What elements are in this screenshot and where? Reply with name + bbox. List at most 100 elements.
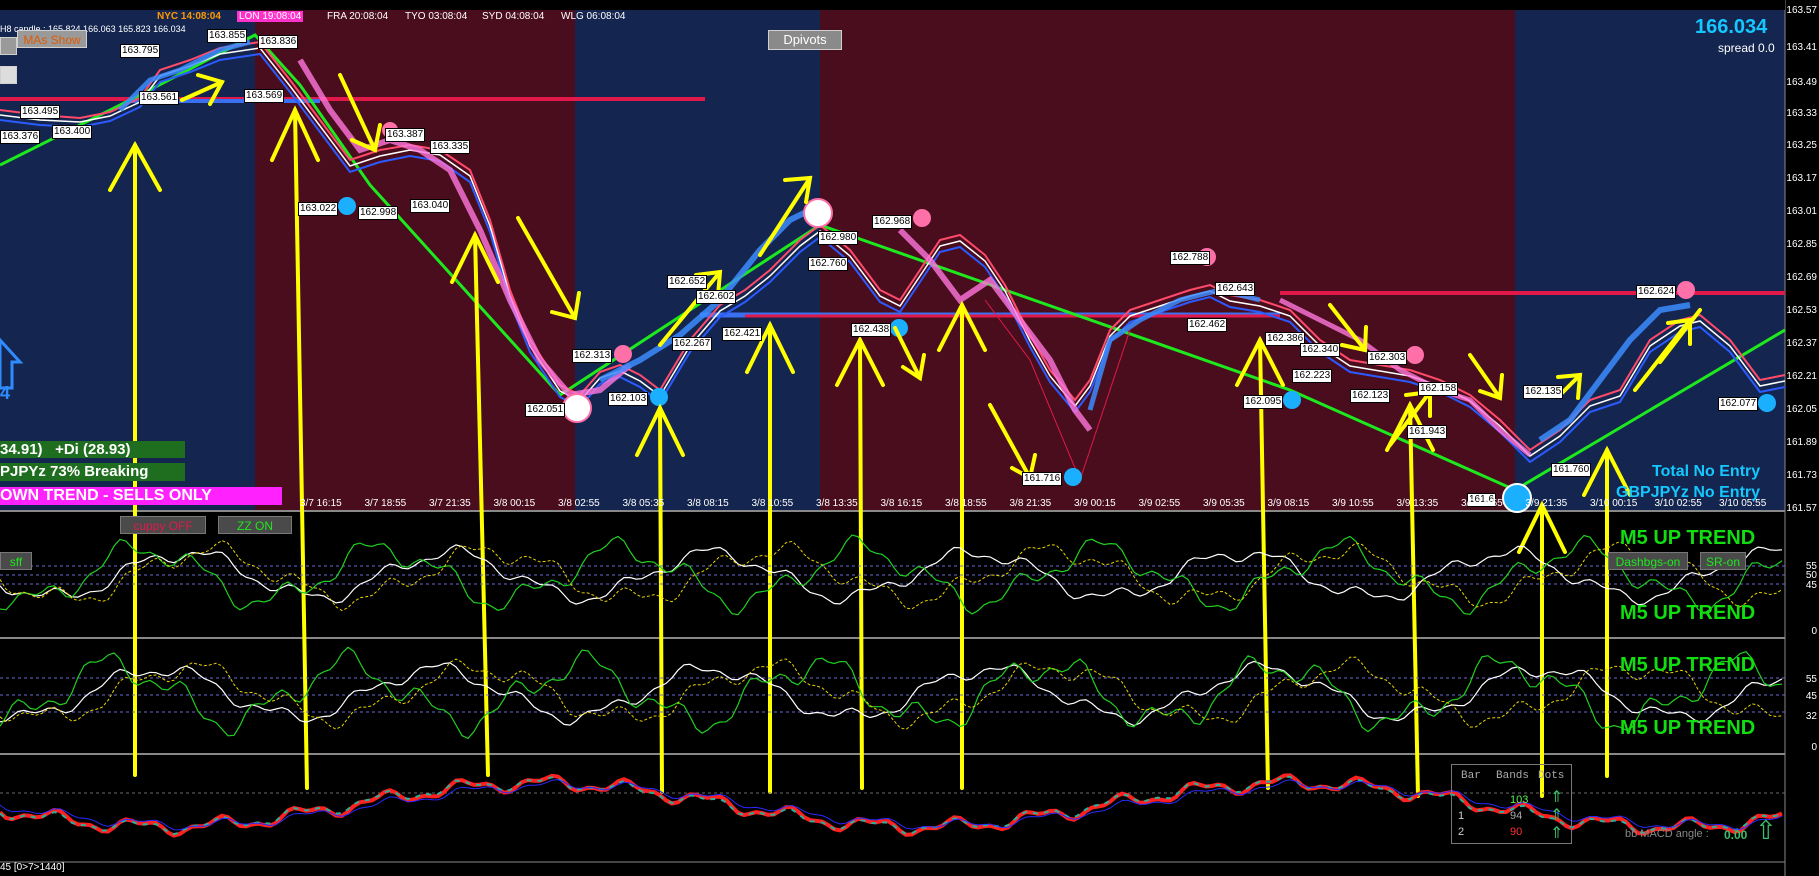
price-label: 163.561 bbox=[139, 91, 180, 105]
sub2-tick: 45 bbox=[1805, 691, 1817, 702]
price-label: 162.602 bbox=[696, 290, 737, 304]
session-lon: LON 19:08:04 bbox=[237, 11, 304, 22]
footer-text: 45 [0>7>1440] bbox=[0, 862, 65, 873]
price-label: 161.943 bbox=[1407, 425, 1448, 439]
sr-on-button[interactable]: SR-on bbox=[1700, 552, 1746, 570]
sub1-tick: 0 bbox=[1811, 626, 1817, 637]
price-label: 162.788 bbox=[1170, 251, 1211, 265]
price-label: 162.340 bbox=[1300, 343, 1341, 357]
price-tick: 162.53 bbox=[1786, 305, 1817, 316]
price-tick: 163.25 bbox=[1786, 140, 1817, 151]
time-tick: 3/8 21:35 bbox=[1009, 498, 1052, 509]
price-label: 162.303 bbox=[1367, 351, 1408, 365]
price-label: 162.652 bbox=[667, 275, 708, 289]
time-tick: 3/7 21:35 bbox=[429, 498, 471, 509]
macd-value: 0.00 bbox=[1724, 828, 1748, 842]
price-tick: 162.85 bbox=[1786, 239, 1817, 250]
sub1-tick: 45 bbox=[1805, 580, 1817, 591]
trend-banner: OWN TREND - SELLS ONLY bbox=[0, 487, 282, 505]
top-strip bbox=[0, 0, 1785, 10]
m5-trend-2: M5 UP TREND bbox=[1620, 602, 1756, 624]
cuppy-off-button[interactable]: cuppy OFF bbox=[120, 516, 206, 534]
side-button-2[interactable] bbox=[0, 66, 17, 84]
price-label: 162.624 bbox=[1636, 285, 1677, 299]
price-tick: 163.57 bbox=[1786, 5, 1817, 16]
m5-trend-1: M5 UP TREND bbox=[1620, 527, 1756, 549]
price-label: 162.051 bbox=[525, 403, 566, 417]
mas-show-button[interactable]: MAs Show bbox=[17, 30, 87, 48]
price-tick: 161.57 bbox=[1786, 503, 1817, 514]
price-label: 162.077 bbox=[1718, 397, 1759, 411]
m5-trend-3: M5 UP TREND bbox=[1620, 654, 1756, 676]
bands-table: Bar Bands Dots 103 1 94 2 90 ⇑ ⇑ ⇑ bbox=[1451, 764, 1572, 844]
time-tick: 3/9 10:55 bbox=[1332, 498, 1374, 509]
time-tick: 3/9 21:35 bbox=[1525, 498, 1568, 509]
time-tick: 3/8 16:15 bbox=[880, 498, 923, 509]
session-tyo: TYO 03:08:04 bbox=[405, 11, 468, 22]
price-label: 163.836 bbox=[258, 35, 299, 49]
price-tick: 162.05 bbox=[1786, 404, 1817, 415]
di-box: 34.91) +Di (28.93) bbox=[0, 441, 185, 458]
price-label: 163.335 bbox=[430, 140, 471, 154]
up-arrow-icon: ⇑ bbox=[1550, 807, 1564, 824]
price-tick: 163.17 bbox=[1786, 173, 1817, 184]
breaking-box: PJPYz 73% Breaking bbox=[0, 463, 185, 481]
price-label: 163.569 bbox=[244, 89, 285, 103]
session-block-blue bbox=[575, 10, 820, 510]
macd-label: bb MACD angle : bbox=[1625, 828, 1709, 840]
price-label: 163.387 bbox=[385, 128, 426, 142]
chart-window: { "header": { "symbol_info": "H8 candle … bbox=[0, 0, 1819, 876]
spread-label: spread 0.0 bbox=[1718, 41, 1775, 55]
time-tick: 3/9 16:55 bbox=[1461, 498, 1503, 509]
stochastic-panel-1 bbox=[0, 534, 1785, 616]
time-tick: 3/8 00:15 bbox=[493, 498, 536, 509]
price-label: 163.795 bbox=[120, 44, 161, 58]
price-label: 162.135 bbox=[1523, 385, 1564, 399]
price-chart[interactable] bbox=[0, 0, 1819, 876]
session-wlg: WLG 06:08:04 bbox=[561, 11, 626, 22]
price-label: 163.376 bbox=[0, 130, 41, 144]
zz-on-button[interactable]: ZZ ON bbox=[218, 516, 292, 534]
m5-trend-4: M5 UP TREND bbox=[1620, 717, 1756, 739]
dashbgs-on-button[interactable]: Dashbgs-on bbox=[1608, 552, 1688, 570]
total-entry: Total No Entry bbox=[1652, 463, 1761, 480]
time-tick: 3/10 02:55 bbox=[1654, 498, 1702, 509]
price-label: 163.400 bbox=[52, 125, 93, 139]
up-arrow-icon: ⇑ bbox=[1550, 825, 1564, 842]
side-button[interactable] bbox=[0, 37, 17, 55]
time-tick: 3/8 02:55 bbox=[558, 498, 600, 509]
current-price: 166.034 bbox=[1695, 16, 1768, 38]
price-label: 162.103 bbox=[608, 392, 649, 406]
price-label: 162.980 bbox=[818, 231, 859, 245]
dpivots-button[interactable]: Dpivots bbox=[768, 30, 842, 50]
time-tick: 3/8 10:55 bbox=[751, 498, 794, 509]
price-label: 162.267 bbox=[672, 337, 713, 351]
price-tick: 162.69 bbox=[1786, 272, 1817, 283]
price-tick: 163.01 bbox=[1786, 206, 1817, 217]
price-label: 161.716 bbox=[1022, 472, 1063, 486]
price-label: 162.643 bbox=[1215, 282, 1256, 296]
time-tick: 3/9 05:35 bbox=[1203, 498, 1245, 509]
up-arrow-icon: ⇧ bbox=[1755, 815, 1777, 845]
session-fra: FRA 20:08:04 bbox=[327, 11, 389, 22]
time-tick: 3/8 13:35 bbox=[816, 498, 858, 509]
price-label: 163.022 bbox=[298, 202, 339, 216]
time-tick: 3/9 08:15 bbox=[1267, 498, 1310, 509]
price-label: 162.223 bbox=[1292, 369, 1333, 383]
session-syd: SYD 04:08:04 bbox=[482, 11, 545, 22]
time-tick: 3/10 00:15 bbox=[1590, 498, 1638, 509]
price-label: 163.495 bbox=[20, 105, 61, 119]
session-nyc: NYC 14:08:04 bbox=[157, 11, 221, 22]
sub2-tick: 0 bbox=[1811, 742, 1817, 753]
price-tick: 161.73 bbox=[1786, 470, 1817, 481]
dash-button-left[interactable]: sff bbox=[0, 552, 32, 570]
sub2-tick: 55 bbox=[1805, 674, 1817, 685]
up-arrow-icon: ⇑ bbox=[1550, 789, 1564, 806]
arrow-value: 4 bbox=[0, 383, 11, 403]
price-label: 162.313 bbox=[572, 349, 613, 363]
price-label: 161.760 bbox=[1551, 463, 1592, 477]
price-tick: 163.41 bbox=[1786, 42, 1817, 53]
time-tick: 3/7 18:55 bbox=[364, 498, 407, 509]
price-label: 163.040 bbox=[410, 199, 451, 213]
price-label: 162.760 bbox=[808, 257, 849, 271]
